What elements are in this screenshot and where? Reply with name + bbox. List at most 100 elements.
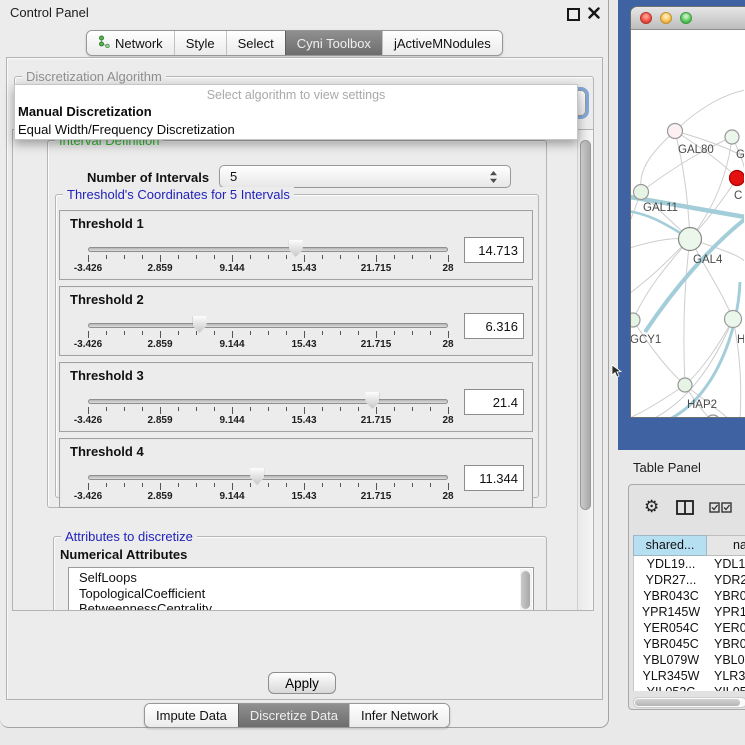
threshold-1-value-field[interactable]: 14.713 xyxy=(464,237,524,263)
number-of-intervals-label: Number of Intervals xyxy=(87,170,209,185)
minimize-traffic-light-icon[interactable] xyxy=(660,12,672,24)
threshold-2-slider-track[interactable] xyxy=(88,323,448,328)
tab-cyni-toolbox[interactable]: Cyni Toolbox xyxy=(285,31,382,55)
network-node-label: GA xyxy=(736,149,744,161)
table-row[interactable]: YIL052CYIL05 xyxy=(634,684,745,691)
slider-tick-labels: -3.4262.8599.14415.4321.71528 xyxy=(88,415,448,427)
threshold-2-label: Threshold 2 xyxy=(70,292,144,307)
settings-scroll-thumb[interactable] xyxy=(580,140,591,510)
attributes-scroll-thumb[interactable] xyxy=(521,571,530,609)
number-of-intervals-spinner[interactable]: 5 xyxy=(219,165,511,188)
threshold-sliders-container: Threshold 1 -3.4262.8599.14415.4321.71528… xyxy=(59,210,533,514)
table-row[interactable]: YBL079WYBL07 xyxy=(634,652,745,668)
slider-tick-marks xyxy=(88,483,448,491)
network-node-label: GAL80 xyxy=(678,144,714,156)
close-icon[interactable] xyxy=(588,7,600,19)
table-rows: YDL19...YDL19YDR27...YDR27YBR043CYBR04YP… xyxy=(633,556,745,691)
network-node[interactable] xyxy=(631,313,640,327)
table-row[interactable]: YER054CYER05 xyxy=(634,620,745,636)
column-header-shared-name[interactable]: shared... xyxy=(633,535,707,556)
threshold-3-value-field[interactable]: 21.4 xyxy=(464,389,524,415)
threshold-2-value-field[interactable]: 6.316 xyxy=(464,313,524,339)
mouse-cursor xyxy=(611,364,622,378)
numerical-attributes-list[interactable]: SelfLoopsTopologicalCoefficientBetweenne… xyxy=(68,567,534,611)
gear-icon[interactable]: ⚙ xyxy=(644,497,659,517)
popup-option-manual-discretization[interactable]: Manual Discretization xyxy=(15,103,577,121)
list-item-selfloops[interactable]: SelfLoops xyxy=(69,570,533,586)
column-header-name[interactable]: name xyxy=(707,535,745,556)
tab-impute-data[interactable]: Impute Data xyxy=(145,704,238,727)
threshold-4-value-field[interactable]: 11.344 xyxy=(464,465,524,491)
threshold-3-box: Threshold 3-3.4262.8599.14415.4321.71528… xyxy=(59,362,533,432)
list-item-topologicalcoefficient[interactable]: TopologicalCoefficient xyxy=(69,586,533,602)
table-horizontal-scrollbar[interactable] xyxy=(633,697,745,708)
slider-tick-marks xyxy=(88,331,448,339)
tab-network[interactable]: Network xyxy=(87,31,174,55)
table-panel-title: Table Panel xyxy=(633,460,701,475)
popup-option-equal-width-frequency-discretization[interactable]: Equal Width/Frequency Discretization xyxy=(15,121,577,139)
network-node[interactable] xyxy=(730,171,745,186)
network-view-window: GAL80GACGAL11GAL4GCY1HHAP2 xyxy=(630,6,745,418)
threshold-4-box: Threshold 4 -3.4262.8599.14415.4321.71528… xyxy=(59,438,533,508)
checkboxes-icon[interactable] xyxy=(709,502,733,513)
slider-tick-labels: -3.4262.8599.14415.4321.71528 xyxy=(88,263,448,275)
network-node[interactable] xyxy=(725,311,742,328)
network-node-label: GAL4 xyxy=(693,254,723,266)
network-window-titlebar[interactable] xyxy=(631,7,745,30)
close-traffic-light-icon[interactable] xyxy=(640,12,652,24)
network-canvas[interactable]: GAL80GACGAL11GAL4GCY1HHAP2 xyxy=(631,30,744,418)
tab-discretize-data[interactable]: Discretize Data xyxy=(238,704,349,727)
table-row[interactable]: YBR043CYBR04 xyxy=(634,588,745,604)
threshold-3-slider-track[interactable] xyxy=(88,399,448,404)
threshold-1-slider-track[interactable] xyxy=(88,247,448,252)
table-hscroll-thumb[interactable] xyxy=(635,699,740,706)
threshold-4-label: Threshold 4 xyxy=(70,444,144,459)
settings-scroll-area: Interval Definition Number of Intervals … xyxy=(12,129,594,611)
slider-tick-labels: -3.4262.8599.14415.4321.71528 xyxy=(88,491,448,503)
network-node[interactable] xyxy=(706,415,720,418)
network-node-label: C xyxy=(734,190,742,202)
bottom-tab-bar: Impute DataDiscretize DataInfer Network xyxy=(144,703,450,728)
threshold-4-slider-track[interactable] xyxy=(88,475,448,480)
popup-placeholder-option[interactable]: Select algorithm to view settings xyxy=(15,85,577,103)
tab-infer-network[interactable]: Infer Network xyxy=(349,704,449,727)
list-item-betweennesscentrality[interactable]: BetweennessCentrality xyxy=(69,601,533,611)
network-node[interactable] xyxy=(679,228,702,251)
slider-tick-labels: -3.4262.8599.14415.4321.71528 xyxy=(88,339,448,351)
table-row[interactable]: YBR045CYBR04 xyxy=(634,636,745,652)
top-tab-bar: NetworkStyleSelectCyni ToolboxjActiveMNo… xyxy=(86,30,503,56)
group-title-algorithm: Discretization Algorithm xyxy=(22,69,166,84)
table-header-row: shared... name xyxy=(633,535,745,556)
network-node-label: HAP2 xyxy=(687,399,717,411)
slider-tick-marks xyxy=(88,255,448,263)
float-window-icon[interactable] xyxy=(567,8,580,21)
threshold-2-box: Threshold 2 -3.4262.8599.14415.4321.71528… xyxy=(59,286,533,356)
network-node[interactable] xyxy=(678,378,692,392)
numerical-attributes-label: Numerical Attributes xyxy=(60,547,187,562)
window-title: Control Panel xyxy=(10,5,89,20)
settings-vertical-scrollbar[interactable] xyxy=(577,130,594,610)
attributes-list-scrollbar[interactable] xyxy=(520,569,532,611)
attributes-group: Attributes to discretize Numerical Attri… xyxy=(53,536,547,611)
tab-jactivemnodules[interactable]: jActiveMNodules xyxy=(382,31,502,55)
number-of-intervals-value: 5 xyxy=(220,169,489,184)
table-row[interactable]: YDR27...YDR27 xyxy=(634,572,745,588)
network-node-label: GAL11 xyxy=(643,202,678,214)
table-row[interactable]: YDL19...YDL19 xyxy=(634,556,745,572)
group-title-threshold-coordinates: Threshold's Coordinates for 5 Intervals xyxy=(63,187,294,202)
tab-select[interactable]: Select xyxy=(226,31,285,55)
table-row[interactable]: YPR145WYPR14 xyxy=(634,604,745,620)
threshold-1-label: Threshold 1 xyxy=(70,216,144,231)
tab-style[interactable]: Style xyxy=(174,31,226,55)
network-node[interactable] xyxy=(634,185,649,200)
table-panel: Table Panel ⚙ shared... name YDL19...YDL… xyxy=(618,450,745,745)
apply-button[interactable]: Apply xyxy=(268,672,336,694)
network-node-label: H xyxy=(737,334,744,346)
zoom-traffic-light-icon[interactable] xyxy=(680,12,692,24)
algorithm-dropdown-popup: Select algorithm to view settings Manual… xyxy=(14,84,578,140)
table-row[interactable]: YLR345WYLR34 xyxy=(634,668,745,684)
group-title-attributes: Attributes to discretize xyxy=(61,529,197,544)
network-node[interactable] xyxy=(725,130,739,144)
network-node[interactable] xyxy=(668,124,683,139)
split-columns-icon[interactable] xyxy=(676,500,694,515)
